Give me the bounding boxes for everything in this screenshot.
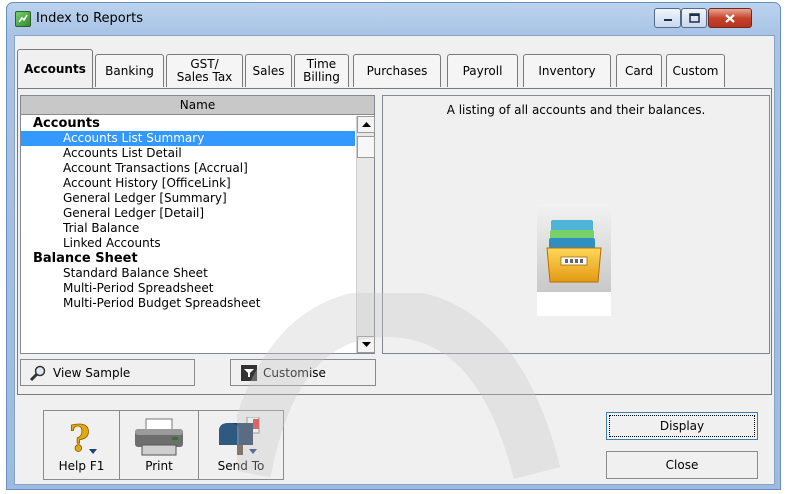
list-item-general-ledger-detail[interactable]: General Ledger [Detail] [21,206,355,221]
print-button[interactable]: Print [120,411,199,479]
list-item-standard-balance-sheet[interactable]: Standard Balance Sheet [21,266,355,281]
scroll-up-button[interactable] [357,116,375,133]
list-item-accounts-list-detail[interactable]: Accounts List Detail [21,146,355,161]
arrow-down-icon [361,341,371,347]
minimize-button[interactable] [654,8,681,28]
client-area: Accounts Banking GST/ Sales Tax Sales Ti… [14,35,775,485]
report-tabs: Accounts Banking GST/ Sales Tax Sales Ti… [17,49,772,88]
magnifier-icon [29,365,46,381]
list-item-general-ledger-summary[interactable]: General Ledger [Summary] [21,191,355,206]
tab-purchases[interactable]: Purchases [353,54,441,87]
tab-time-billing[interactable]: Time Billing [294,54,349,87]
list-item-account-history[interactable]: Account History [OfficeLink] [21,176,355,191]
maximize-button[interactable] [681,8,707,28]
title-bar[interactable]: Index to Reports [14,3,773,35]
list-group-accounts[interactable]: Accounts [21,116,355,131]
accounts-tab-panel: Name Accounts Accounts List Summary Acco… [17,88,772,395]
list-column-header[interactable]: Name [21,96,374,115]
file-folder-icon [537,204,611,316]
bottom-toolbar: ? Help F1 Print Send To [43,410,284,480]
filter-icon [241,364,257,381]
list-group-balance-sheet[interactable]: Balance Sheet [21,251,355,266]
index-to-reports-window: Index to Reports Accounts Banking GST/ S… [6,2,781,490]
tab-banking[interactable]: Banking [95,54,164,87]
tab-gst-sales-tax[interactable]: GST/ Sales Tax [166,54,243,87]
scroll-down-button[interactable] [357,336,375,353]
tab-custom[interactable]: Custom [666,54,725,87]
list-item-account-transactions[interactable]: Account Transactions [Accrual] [21,161,355,176]
report-listbox[interactable]: Name Accounts Accounts List Summary Acco… [20,95,375,354]
customise-button[interactable]: Customise [230,359,376,386]
report-description-box: A listing of all accounts and their bala… [382,95,770,354]
list-item-multi-period-budget-spreadsheet[interactable]: Multi-Period Budget Spreadsheet [21,296,355,311]
view-sample-label: View Sample [53,365,131,380]
scroll-thumb[interactable] [357,136,375,158]
report-list-items: Accounts Accounts List Summary Accounts … [21,116,355,353]
list-item-trial-balance[interactable]: Trial Balance [21,221,355,236]
list-item-linked-accounts[interactable]: Linked Accounts [21,236,355,251]
send-to-button[interactable]: Send To [199,411,283,479]
print-label: Print [145,459,173,473]
view-sample-button[interactable]: View Sample [20,359,195,386]
tab-sales[interactable]: Sales [245,54,292,87]
tab-accounts[interactable]: Accounts [17,49,93,88]
window-title: Index to Reports [36,11,143,26]
display-button[interactable]: Display [606,412,758,440]
mailbox-icon [219,417,260,455]
tab-inventory[interactable]: Inventory [523,54,611,87]
close-icon [725,13,735,23]
app-icon [15,11,31,27]
svg-text:?: ? [69,418,90,457]
printer-icon [135,418,183,456]
customise-label: Customise [263,365,326,380]
tab-card[interactable]: Card [616,54,662,87]
help-label: Help F1 [58,459,105,473]
arrow-up-icon [361,121,371,127]
help-question-icon: ? [68,418,97,457]
list-scrollbar[interactable] [356,116,375,353]
close-button[interactable]: Close [606,451,758,479]
list-item-accounts-list-summary[interactable]: Accounts List Summary [21,131,355,146]
list-item-multi-period-spreadsheet[interactable]: Multi-Period Spreadsheet [21,281,355,296]
send-to-label: Send To [217,459,265,473]
tab-payroll[interactable]: Payroll [447,54,518,87]
report-description: A listing of all accounts and their bala… [446,103,706,117]
help-button[interactable]: ? Help F1 [44,411,120,479]
close-window-button[interactable] [708,8,752,28]
